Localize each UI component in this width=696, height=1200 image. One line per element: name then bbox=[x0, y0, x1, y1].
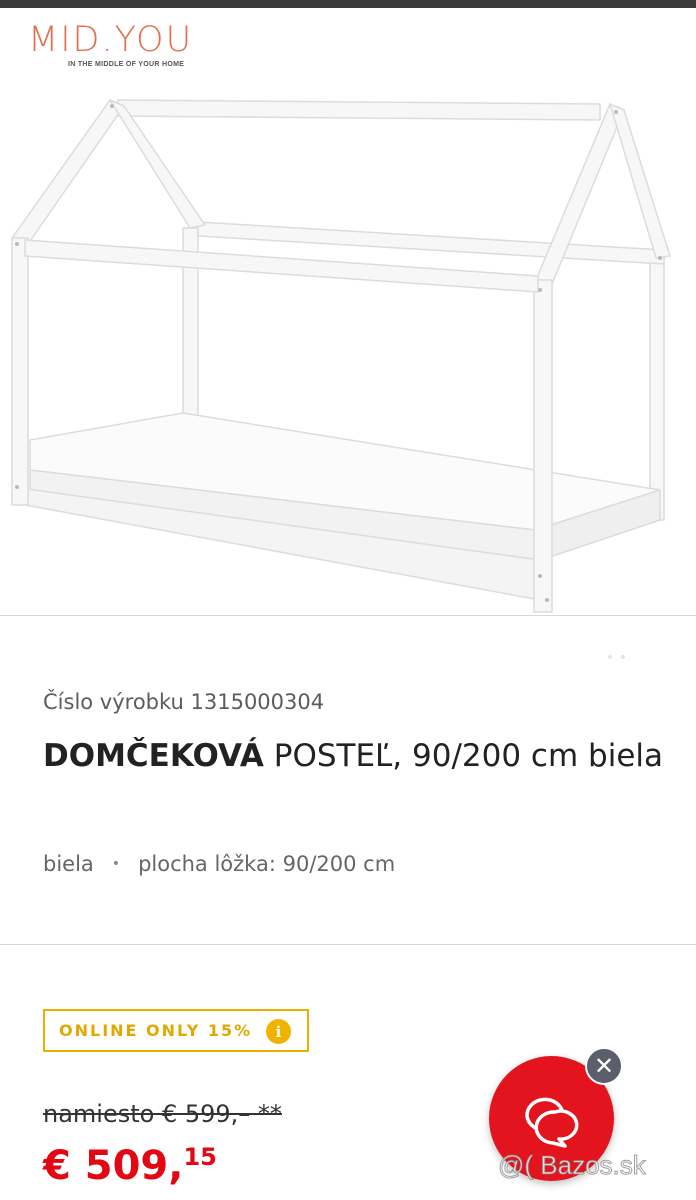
product-number: Číslo výrobku 1315000304 bbox=[43, 690, 325, 714]
chat-bubbles-icon bbox=[524, 1097, 578, 1148]
product-title-rest: POSTEĽ, 90/200 cm biela bbox=[263, 738, 664, 774]
info-icon[interactable]: i bbox=[266, 1019, 291, 1044]
top-bar bbox=[0, 0, 696, 8]
attribute-separator: • bbox=[111, 856, 121, 872]
current-price: € 509,15 bbox=[43, 1143, 217, 1189]
brand-logo[interactable]: MID.YOU IN THE MIDDLE OF YOUR HOME bbox=[28, 20, 238, 72]
old-price: namiesto € 599,– ** bbox=[43, 1100, 282, 1128]
attribute-color: biela bbox=[43, 852, 94, 876]
attribute-size: plocha lôžka: 90/200 cm bbox=[138, 852, 396, 876]
product-attributes: biela • plocha lôžka: 90/200 cm bbox=[43, 852, 395, 876]
product-title-brand: DOMČEKOVÁ bbox=[43, 738, 264, 774]
watermark: @( Bazos.sk bbox=[498, 1150, 647, 1181]
online-only-badge: ONLINE ONLY 15% i bbox=[43, 1009, 309, 1052]
product-image[interactable] bbox=[0, 80, 696, 616]
section-divider bbox=[0, 944, 696, 945]
chat-close-button[interactable]: ✕ bbox=[585, 1047, 623, 1085]
section-divider bbox=[0, 615, 696, 616]
gallery-dots[interactable]: • • bbox=[606, 650, 627, 666]
product-title: DOMČEKOVÁ POSTEĽ, 90/200 cm biela bbox=[43, 734, 663, 778]
price-cents: 15 bbox=[183, 1143, 217, 1171]
logo-tagline: IN THE MIDDLE OF YOUR HOME bbox=[68, 61, 185, 68]
logo-text: MID.YOU bbox=[28, 20, 194, 60]
online-only-label: ONLINE ONLY 15% bbox=[59, 1021, 253, 1040]
price-whole: € 509, bbox=[43, 1143, 184, 1189]
